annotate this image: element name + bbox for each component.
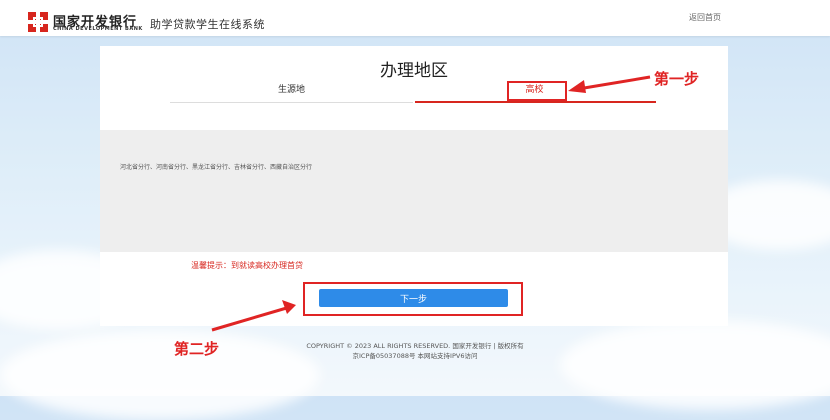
arrow-step1: [568, 75, 651, 93]
annotation-step2: 第二步: [174, 340, 220, 358]
arrow-step2: [211, 300, 296, 332]
annotation-step1: 第一步: [654, 70, 700, 88]
annotation-arrows: [211, 75, 651, 332]
